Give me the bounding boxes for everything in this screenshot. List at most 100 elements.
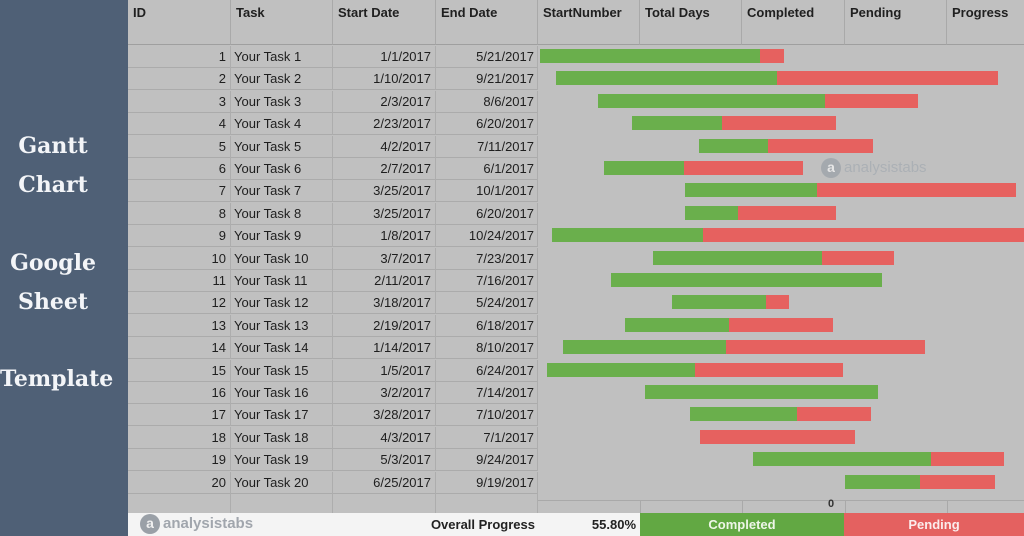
start-date-cell[interactable]: 2/19/2017 <box>333 314 436 337</box>
end-date-cell[interactable]: 7/14/2017 <box>436 382 538 404</box>
gantt-bar[interactable] <box>700 429 856 444</box>
empty-cell[interactable] <box>231 491 333 513</box>
gantt-bar[interactable] <box>689 407 872 422</box>
start-date-cell[interactable]: 4/2/2017 <box>333 135 436 158</box>
task-cell[interactable]: Your Task 4 <box>231 113 333 136</box>
id-cell[interactable]: 12 <box>128 292 231 315</box>
start-date-cell[interactable]: 1/8/2017 <box>333 225 436 248</box>
header-pending[interactable]: Pending <box>845 0 947 45</box>
end-date-cell[interactable]: 10/1/2017 <box>436 180 538 203</box>
header-completed[interactable]: Completed <box>742 0 845 45</box>
id-cell[interactable]: 16 <box>128 382 231 404</box>
end-date-cell[interactable]: 10/24/2017 <box>436 225 538 248</box>
id-cell[interactable]: 11 <box>128 270 231 292</box>
gantt-bar[interactable] <box>684 205 837 220</box>
id-cell[interactable]: 18 <box>128 426 231 449</box>
id-cell[interactable]: 3 <box>128 90 231 113</box>
gantt-bar[interactable] <box>562 340 926 355</box>
start-date-cell[interactable]: 1/10/2017 <box>333 68 436 91</box>
start-date-cell[interactable]: 4/3/2017 <box>333 426 436 449</box>
end-date-cell[interactable]: 7/23/2017 <box>436 247 538 270</box>
task-cell[interactable]: Your Task 9 <box>231 225 333 248</box>
start-date-cell[interactable]: 1/5/2017 <box>333 359 436 382</box>
task-cell[interactable]: Your Task 1 <box>231 46 333 68</box>
end-date-cell[interactable]: 9/24/2017 <box>436 449 538 472</box>
task-cell[interactable]: Your Task 2 <box>231 68 333 91</box>
start-date-cell[interactable]: 3/18/2017 <box>333 292 436 315</box>
task-cell[interactable]: Your Task 6 <box>231 158 333 180</box>
end-date-cell[interactable]: 9/21/2017 <box>436 68 538 91</box>
start-date-cell[interactable]: 1/1/2017 <box>333 46 436 68</box>
task-cell[interactable]: Your Task 7 <box>231 180 333 203</box>
end-date-cell[interactable]: 8/10/2017 <box>436 337 538 360</box>
end-date-cell[interactable]: 7/1/2017 <box>436 426 538 449</box>
task-cell[interactable]: Your Task 13 <box>231 314 333 337</box>
start-date-cell[interactable]: 5/3/2017 <box>333 449 436 472</box>
start-date-cell[interactable]: 3/25/2017 <box>333 202 436 225</box>
header-start-number[interactable]: StartNumber <box>538 0 640 45</box>
header-progress[interactable]: Progress <box>947 0 1024 45</box>
end-date-cell[interactable]: 7/11/2017 <box>436 135 538 158</box>
task-cell[interactable]: Your Task 12 <box>231 292 333 315</box>
end-date-cell[interactable]: 6/1/2017 <box>436 158 538 180</box>
empty-cell[interactable] <box>128 491 231 513</box>
header-end-date[interactable]: End Date <box>436 0 538 45</box>
id-cell[interactable]: 13 <box>128 314 231 337</box>
end-date-cell[interactable]: 6/18/2017 <box>436 314 538 337</box>
gantt-bar[interactable] <box>540 49 784 63</box>
header-id[interactable]: ID <box>128 0 231 45</box>
id-cell[interactable]: 2 <box>128 68 231 91</box>
task-cell[interactable]: Your Task 16 <box>231 382 333 404</box>
header-task[interactable]: Task <box>231 0 333 45</box>
id-cell[interactable]: 19 <box>128 449 231 472</box>
id-cell[interactable]: 5 <box>128 135 231 158</box>
start-date-cell[interactable]: 2/23/2017 <box>333 113 436 136</box>
empty-cell[interactable] <box>436 491 538 513</box>
task-cell[interactable]: Your Task 18 <box>231 426 333 449</box>
gantt-bar[interactable] <box>653 250 894 265</box>
id-cell[interactable]: 9 <box>128 225 231 248</box>
end-date-cell[interactable]: 7/16/2017 <box>436 270 538 292</box>
id-cell[interactable]: 4 <box>128 113 231 136</box>
task-cell[interactable]: Your Task 19 <box>231 449 333 472</box>
analysistabs-logo[interactable]: a analysistabs <box>140 514 253 534</box>
id-cell[interactable]: 17 <box>128 404 231 427</box>
gantt-bar[interactable] <box>632 116 837 131</box>
gantt-bar[interactable] <box>644 385 879 399</box>
start-date-cell[interactable]: 3/28/2017 <box>333 404 436 427</box>
gantt-bar[interactable] <box>698 138 873 153</box>
start-date-cell[interactable]: 1/14/2017 <box>333 337 436 360</box>
id-cell[interactable]: 10 <box>128 247 231 270</box>
start-date-cell[interactable]: 3/7/2017 <box>333 247 436 270</box>
gantt-bar[interactable] <box>845 474 995 489</box>
gantt-bar[interactable] <box>604 161 804 175</box>
gantt-bar[interactable] <box>672 295 790 310</box>
id-cell[interactable]: 6 <box>128 158 231 180</box>
id-cell[interactable]: 15 <box>128 359 231 382</box>
end-date-cell[interactable]: 8/6/2017 <box>436 90 538 113</box>
task-cell[interactable]: Your Task 3 <box>231 90 333 113</box>
task-cell[interactable]: Your Task 8 <box>231 202 333 225</box>
task-cell[interactable]: Your Task 11 <box>231 270 333 292</box>
task-cell[interactable]: Your Task 14 <box>231 337 333 360</box>
header-start-date[interactable]: Start Date <box>333 0 436 45</box>
gantt-bar[interactable] <box>625 317 833 332</box>
gantt-bar[interactable] <box>597 93 919 108</box>
start-date-cell[interactable]: 2/11/2017 <box>333 270 436 292</box>
start-date-cell[interactable]: 3/2/2017 <box>333 382 436 404</box>
end-date-cell[interactable]: 6/24/2017 <box>436 359 538 382</box>
id-cell[interactable]: 1 <box>128 46 231 68</box>
task-cell[interactable]: Your Task 5 <box>231 135 333 158</box>
end-date-cell[interactable]: 6/20/2017 <box>436 113 538 136</box>
id-cell[interactable]: 8 <box>128 202 231 225</box>
id-cell[interactable]: 14 <box>128 337 231 360</box>
gantt-bar[interactable] <box>684 183 1016 198</box>
empty-cell[interactable] <box>333 491 436 513</box>
start-date-cell[interactable]: 2/7/2017 <box>333 158 436 180</box>
task-cell[interactable]: Your Task 17 <box>231 404 333 427</box>
start-date-cell[interactable]: 3/25/2017 <box>333 180 436 203</box>
end-date-cell[interactable]: 6/20/2017 <box>436 202 538 225</box>
gantt-bar[interactable] <box>611 273 882 287</box>
end-date-cell[interactable]: 5/21/2017 <box>436 46 538 68</box>
end-date-cell[interactable]: 7/10/2017 <box>436 404 538 427</box>
